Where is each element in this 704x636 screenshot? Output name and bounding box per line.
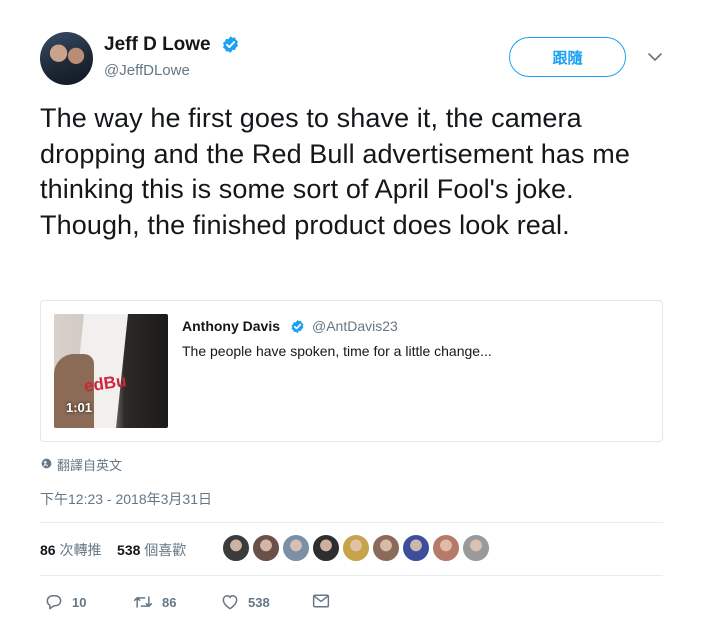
follow-button[interactable]: 跟隨 (509, 37, 626, 77)
reply-icon (46, 595, 62, 610)
liker-avatar[interactable] (372, 534, 400, 562)
thumbnail-logo-text: edBu (82, 371, 128, 396)
retweets-count[interactable]: 86 (40, 542, 56, 558)
chevron-down-icon[interactable] (646, 50, 664, 64)
reply-count: 10 (72, 594, 87, 610)
quoted-author-handle: @AntDavis23 (312, 318, 398, 334)
likes-count[interactable]: 538 (117, 542, 140, 558)
retweet-button[interactable]: 86 (132, 592, 176, 612)
heart-icon (222, 595, 238, 610)
tweet-stats: 86 次轉推 538 個喜歡 (40, 540, 186, 560)
liker-avatar[interactable] (312, 534, 340, 562)
divider-top (40, 522, 663, 523)
globe-icon (41, 458, 52, 469)
direct-message-button[interactable] (311, 592, 331, 610)
liker-avatar[interactable] (252, 534, 280, 562)
tweet-text: The way he first goes to shave it, the c… (40, 103, 630, 240)
likes-label[interactable]: 個喜歡 (144, 542, 186, 558)
quoted-verified-badge-icon (291, 319, 304, 334)
video-duration: 1:01 (66, 400, 93, 415)
author-handle[interactable]: @JeffDLowe (104, 62, 190, 79)
liker-avatar[interactable] (282, 534, 310, 562)
liker-avatar[interactable] (342, 534, 370, 562)
retweets-label[interactable]: 次轉推 (59, 542, 101, 558)
retweet-icon (133, 596, 153, 608)
translate-link[interactable]: 翻譯自英文 (57, 455, 122, 474)
liker-avatar[interactable] (462, 534, 490, 562)
quoted-author-name: Anthony Davis (182, 318, 281, 334)
reply-button[interactable]: 10 (44, 592, 86, 612)
author-name[interactable]: Jeff D Lowe (104, 34, 211, 56)
quoted-video-thumbnail[interactable]: edBu 1:01 (54, 314, 168, 428)
liker-avatar[interactable] (432, 534, 460, 562)
liker-avatars (222, 534, 490, 562)
tweet-timestamp[interactable]: 下午12:23 - 2018年3月31日 (40, 489, 212, 509)
verified-badge-icon (223, 36, 238, 53)
liker-avatar[interactable] (402, 534, 430, 562)
liker-avatar[interactable] (222, 534, 250, 562)
divider-bottom (40, 575, 663, 576)
quoted-tweet-text: The people have spoken, time for a littl… (182, 343, 492, 359)
like-button[interactable]: 538 (220, 592, 270, 612)
envelope-icon (312, 594, 330, 608)
author-avatar[interactable] (40, 32, 93, 85)
like-count: 538 (248, 594, 270, 610)
retweet-count: 86 (162, 594, 177, 610)
